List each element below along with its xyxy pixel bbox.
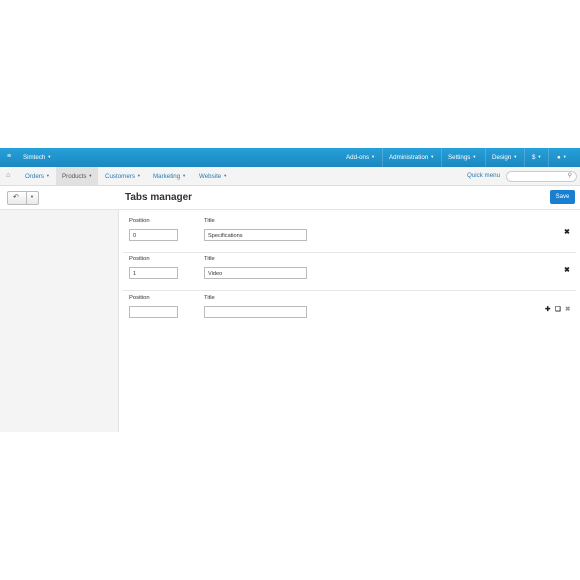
nav-marketing-label: Marketing <box>153 173 181 180</box>
chevron-down-icon: ▼ <box>472 154 477 159</box>
chevron-down-icon: ▼ <box>371 154 376 159</box>
divider <box>485 148 486 167</box>
divider <box>524 148 525 167</box>
topnav-administration[interactable]: Administration ▼ <box>389 154 434 161</box>
brand-label: Simtech <box>23 154 46 161</box>
chevron-down-icon: ▼ <box>513 154 518 159</box>
plus-icon[interactable]: ✚ <box>545 305 550 313</box>
top-bar: ≡ Simtech ▼ Add-ons ▼ Administration ▼ Sett… <box>0 148 580 167</box>
title-input[interactable]: Specifications <box>204 229 307 241</box>
main-nav: ⌂ Orders ▼ Products ▼ Customers ▼ Marketing… <box>0 167 580 186</box>
chevron-down-icon: ▼ <box>537 154 542 159</box>
nav-products-label: Products <box>62 173 87 180</box>
title-label: Title <box>204 256 215 262</box>
title-input[interactable] <box>204 306 307 318</box>
nav-orders[interactable]: Orders ▼ <box>19 167 56 185</box>
topnav-settings-label: Settings <box>448 154 471 161</box>
nav-orders-label: Orders <box>25 173 44 180</box>
back-button-group: ↶ ▼ <box>7 191 39 205</box>
chevron-down-icon: ▼ <box>88 173 93 178</box>
toolbar: ↶ ▼ Tabs manager <box>0 186 580 210</box>
topnav-administration-label: Administration <box>389 154 429 161</box>
tab-row: Position Title 1 Video ✖ <box>123 252 576 291</box>
topnav-currency[interactable]: $ ▼ <box>532 154 541 161</box>
nav-customers[interactable]: Customers ▼ <box>99 167 147 185</box>
chevron-down-icon: ▼ <box>47 154 52 159</box>
brand-menu[interactable]: Simtech ▼ <box>23 154 51 161</box>
title-label: Title <box>204 295 215 301</box>
menu-icon[interactable]: ≡ <box>7 153 11 160</box>
tab-row: Position Title 0 Specifications ✖ <box>123 214 576 253</box>
divider <box>441 148 442 167</box>
nav-website[interactable]: Website ▼ <box>193 167 233 185</box>
divider <box>26 192 27 204</box>
topnav-addons-label: Add-ons <box>346 154 370 161</box>
close-icon[interactable]: ✖ <box>564 228 570 236</box>
search-icon[interactable]: ⚲ <box>568 172 572 179</box>
topnav-currency-label: $ <box>532 154 536 161</box>
nav-products[interactable]: Products ▼ <box>56 167 99 185</box>
copy-icon[interactable]: ❏ <box>555 305 561 313</box>
topnav-design-label: Design <box>492 154 512 161</box>
chevron-down-icon: ▼ <box>182 173 187 178</box>
chevron-down-icon[interactable]: ▼ <box>30 194 34 199</box>
page-title: Tabs manager <box>125 192 193 203</box>
chevron-down-icon: ▼ <box>430 154 435 159</box>
topnav-addons[interactable]: Add-ons ▼ <box>346 154 375 161</box>
chevron-down-icon: ▼ <box>45 173 50 178</box>
topnav-settings[interactable]: Settings ▼ <box>448 154 476 161</box>
title-input[interactable]: Video <box>204 267 307 279</box>
divider <box>548 148 549 167</box>
position-label: Position <box>129 218 150 224</box>
save-button[interactable]: Save <box>550 190 575 204</box>
position-label: Position <box>129 295 150 301</box>
nav-website-label: Website <box>199 173 222 180</box>
close-icon[interactable]: ✖ <box>565 305 570 313</box>
user-icon: ● <box>557 154 561 161</box>
sidebar <box>0 210 119 432</box>
tab-row-new: Position Title ✚ ❏ ✖ <box>123 291 576 329</box>
position-input[interactable] <box>129 306 178 318</box>
home-icon[interactable]: ⌂ <box>6 172 10 179</box>
position-label: Position <box>129 256 150 262</box>
chevron-down-icon: ▼ <box>223 173 228 178</box>
search-input[interactable]: ⚲ <box>506 171 577 182</box>
topnav-design[interactable]: Design ▼ <box>492 154 517 161</box>
position-input[interactable]: 0 <box>129 229 178 241</box>
nav-customers-label: Customers <box>105 173 135 180</box>
chevron-down-icon: ▼ <box>136 173 141 178</box>
chevron-down-icon: ▼ <box>562 154 567 159</box>
quick-menu-link[interactable]: Quick menu <box>467 167 500 185</box>
divider <box>382 148 383 167</box>
close-icon[interactable]: ✖ <box>564 266 570 274</box>
app-window: ≡ Simtech ▼ Add-ons ▼ Administration ▼ Sett… <box>0 148 580 432</box>
nav-marketing[interactable]: Marketing ▼ <box>147 167 192 185</box>
position-input[interactable]: 1 <box>129 267 178 279</box>
user-menu[interactable]: ● ▼ <box>557 154 567 161</box>
title-label: Title <box>204 218 215 224</box>
back-arrow-icon[interactable]: ↶ <box>13 193 19 201</box>
